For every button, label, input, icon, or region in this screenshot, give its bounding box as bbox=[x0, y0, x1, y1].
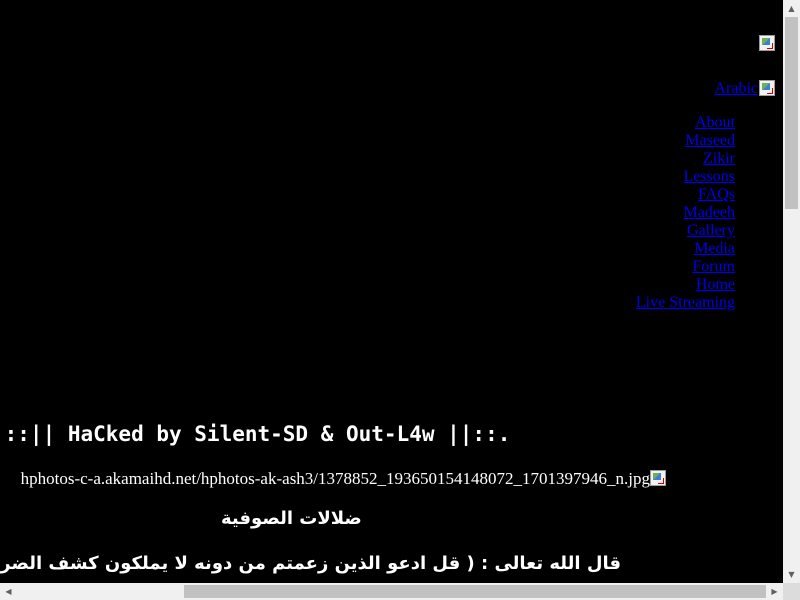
nav-link-lessons[interactable]: Lessons bbox=[636, 168, 735, 186]
scrollbar-corner bbox=[783, 583, 800, 600]
nav-link-media[interactable]: Media bbox=[636, 240, 735, 258]
arabic-link-label: Arabic bbox=[714, 80, 758, 97]
horizontal-scroll-thumb[interactable] bbox=[184, 585, 766, 598]
broken-content-image bbox=[650, 470, 666, 486]
vertical-scrollbar[interactable]: ▲ ▼ bbox=[783, 0, 800, 583]
nav-link-faqs[interactable]: FAQs bbox=[636, 186, 735, 204]
broken-flag-image bbox=[759, 80, 775, 96]
scroll-up-arrow-icon[interactable]: ▲ bbox=[783, 0, 800, 17]
vertical-scroll-thumb[interactable] bbox=[785, 17, 798, 209]
nav-link-gallery[interactable]: Gallery bbox=[636, 222, 735, 240]
scroll-right-arrow-icon[interactable]: ▶ bbox=[766, 583, 783, 600]
scroll-left-arrow-icon[interactable]: ◀ bbox=[0, 583, 17, 600]
arabic-heading: ضلالات الصوفية bbox=[221, 508, 362, 529]
nav-link-maseed[interactable]: Maseed bbox=[636, 132, 735, 150]
main-nav: About Maseed Zikir Lessons FAQs Madeeh G… bbox=[636, 114, 735, 312]
horizontal-scrollbar[interactable]: ◀ ▶ bbox=[0, 583, 783, 600]
nav-link-home[interactable]: Home bbox=[636, 276, 735, 294]
nav-link-about[interactable]: About bbox=[636, 114, 735, 132]
nav-link-madeeh[interactable]: Madeeh bbox=[636, 204, 735, 222]
arabic-verse-text: قال الله تعالى : ( قل ادعو الذين زعمتم م… bbox=[0, 553, 621, 574]
scroll-down-arrow-icon[interactable]: ▼ bbox=[783, 566, 800, 583]
nav-link-zikir[interactable]: Zikir bbox=[636, 150, 735, 168]
hacked-banner-text: .::|| HaCked by Silent-SD & Out-L4w ||::… bbox=[0, 422, 511, 446]
page-viewport: Arabic About Maseed Zikir Lessons FAQs M… bbox=[0, 0, 783, 583]
nav-link-live-streaming[interactable]: Live Streaming bbox=[636, 294, 735, 312]
broken-image-alt-text: hphotos-c-a.akamaihd.net/hphotos-ak-ash3… bbox=[20, 469, 650, 488]
broken-logo-image bbox=[759, 35, 775, 51]
arabic-language-link[interactable]: Arabic bbox=[714, 80, 758, 98]
nav-link-forum[interactable]: Forum bbox=[636, 258, 735, 276]
